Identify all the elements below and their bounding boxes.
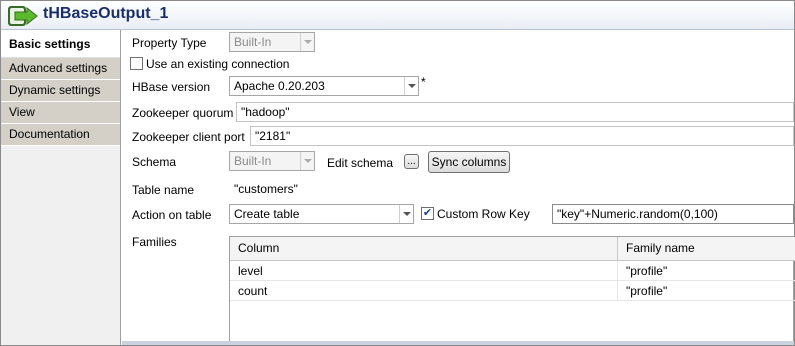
component-arrow-icon xyxy=(8,6,38,26)
schema-label: Schema xyxy=(132,155,177,169)
hbase-version-select[interactable]: Apache 0.20.203 xyxy=(229,76,419,96)
settings-sidebar: Basic settings Advanced settings Dynamic… xyxy=(1,30,121,345)
schema-value: Built-In xyxy=(234,154,272,168)
custom-row-key-checkbox[interactable]: ✔ xyxy=(421,207,434,220)
property-type-label: Property Type xyxy=(132,36,207,50)
custom-row-key-label: Custom Row Key xyxy=(437,207,530,221)
chevron-down-icon xyxy=(300,33,314,51)
custom-row-key-input[interactable]: "key"+Numeric.random(0,100) xyxy=(552,204,794,224)
panel-bottom-border xyxy=(122,341,794,345)
schema-select[interactable]: Built-In xyxy=(229,151,315,171)
property-type-value: Built-In xyxy=(234,35,272,49)
zookeeper-quorum-input[interactable]: "hadoop" xyxy=(236,102,794,122)
hbase-version-value: Apache 0.20.203 xyxy=(234,79,325,93)
hbase-version-label: HBase version xyxy=(132,80,211,94)
action-on-table-value: Create table xyxy=(234,207,300,221)
action-on-table-label: Action on table xyxy=(132,208,212,222)
action-on-table-select[interactable]: Create table xyxy=(229,204,414,224)
sync-columns-button[interactable]: Sync columns xyxy=(428,151,510,173)
edit-schema-label: Edit schema xyxy=(327,156,394,170)
chevron-down-icon xyxy=(399,205,413,223)
table-cell-family-name[interactable]: "profile" xyxy=(618,261,795,281)
component-title: tHBaseOutput_1 xyxy=(43,5,169,22)
families-table: Column Family name level "profile" count… xyxy=(229,236,795,345)
table-name-input[interactable]: "customers" xyxy=(229,179,794,199)
use-existing-connection-label: Use an existing connection xyxy=(146,57,290,71)
zookeeper-port-input[interactable]: "2181" xyxy=(250,126,794,146)
use-existing-connection-checkbox[interactable] xyxy=(130,57,143,70)
families-label: Families xyxy=(132,235,177,249)
tab-view[interactable]: View xyxy=(1,102,120,124)
table-cell-family-name[interactable]: "profile" xyxy=(618,281,795,301)
column-header[interactable]: Column xyxy=(230,237,618,261)
property-type-select[interactable]: Built-In xyxy=(229,32,315,52)
tab-advanced-settings[interactable]: Advanced settings xyxy=(1,58,120,80)
chevron-down-icon xyxy=(404,77,418,95)
required-mark: * xyxy=(421,75,426,89)
tab-dynamic-settings[interactable]: Dynamic settings xyxy=(1,80,120,102)
tab-basic-settings[interactable]: Basic settings xyxy=(1,30,120,58)
family-name-header[interactable]: Family name xyxy=(618,237,795,261)
chevron-down-icon xyxy=(300,152,314,170)
title-bar: tHBaseOutput_1 xyxy=(1,1,794,30)
edit-schema-button[interactable]: ... xyxy=(404,154,419,169)
table-name-label: Table name xyxy=(132,183,195,197)
tab-documentation[interactable]: Documentation xyxy=(1,124,120,146)
zookeeper-port-label: Zookeeper client port xyxy=(132,130,245,144)
zookeeper-quorum-label: Zookeeper quorum xyxy=(132,106,234,120)
table-cell-column[interactable]: level xyxy=(230,261,618,281)
basic-settings-panel: Property Type Built-In Use an existing c… xyxy=(122,30,795,345)
table-cell-column[interactable]: count xyxy=(230,281,618,301)
